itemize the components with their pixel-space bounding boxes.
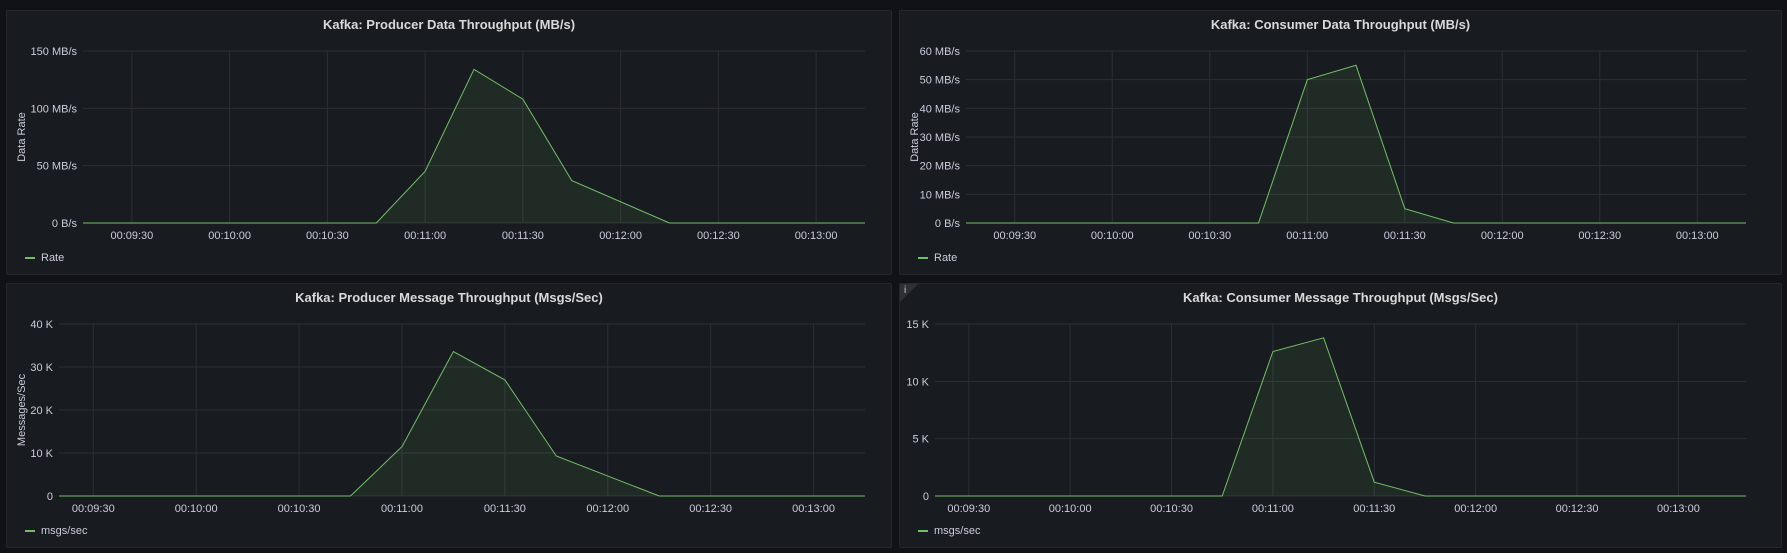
- x-tick-label: 00:11:30: [502, 230, 544, 242]
- x-tick-label: 00:12:30: [689, 503, 732, 515]
- panel-producer-message-throughput[interactable]: Kafka: Producer Message Throughput (Msgs…: [6, 283, 892, 548]
- legend-label[interactable]: Rate: [934, 252, 957, 264]
- legend-color-swatch: [25, 257, 35, 259]
- y-axis-label: Data Rate: [16, 112, 28, 162]
- x-tick-label: 00:11:30: [1384, 230, 1426, 242]
- x-tick-label: 00:10:00: [1091, 230, 1134, 242]
- x-tick-label: 00:12:00: [599, 230, 642, 242]
- series-area: [966, 65, 1746, 223]
- panel-consumer-message-throughput[interactable]: i Kafka: Consumer Message Throughput (Ms…: [899, 283, 1782, 548]
- y-tick-label: 40 K: [30, 319, 53, 331]
- x-tick-label: 00:10:30: [1188, 230, 1231, 242]
- y-tick-label: 5 K: [912, 434, 929, 446]
- y-tick-label: 30 MB/s: [920, 132, 961, 144]
- y-tick-label: 50 MB/s: [37, 161, 78, 173]
- y-tick-label: 10 MB/s: [920, 189, 961, 201]
- y-tick-label: 0 B/s: [935, 218, 961, 230]
- chart-consumer-data-throughput[interactable]: 0 B/s 10 MB/s 20 MB/s 30 MB/s 40 MB/s 50 MB/s…: [900, 11, 1783, 276]
- x-tick-label: 00:11:30: [484, 503, 526, 515]
- y-tick-label: 0: [47, 491, 53, 503]
- y-tick-label: 100 MB/s: [31, 103, 78, 115]
- legend-label[interactable]: msgs/sec: [41, 525, 87, 537]
- chart-producer-data-throughput[interactable]: 0 B/s 50 MB/s 100 MB/s 150 MB/s 00:09:30 00:1…: [7, 11, 893, 276]
- legend[interactable]: msgs/sec: [25, 525, 87, 537]
- x-tick-label: 00:12:00: [586, 503, 629, 515]
- x-tick-label: 00:12:30: [1578, 230, 1621, 242]
- y-tick-label: 10 K: [30, 448, 53, 460]
- x-tick-label: 00:09:30: [110, 230, 153, 242]
- legend[interactable]: Rate: [918, 252, 957, 264]
- x-tick-label: 00:11:00: [1286, 230, 1328, 242]
- y-tick-label: 60 MB/s: [920, 46, 961, 58]
- x-tick-label: 00:12:00: [1481, 230, 1524, 242]
- panel-producer-data-throughput[interactable]: Kafka: Producer Data Throughput (MB/s) 0…: [6, 10, 892, 275]
- y-axis-label: Messages/Sec: [16, 373, 28, 446]
- x-tick-label: 00:13:00: [1657, 503, 1700, 515]
- x-tick-label: 00:10:30: [1150, 503, 1193, 515]
- y-tick-label: 0 B/s: [52, 218, 78, 230]
- x-tick-label: 00:13:00: [792, 503, 835, 515]
- x-tick-label: 00:11:30: [1353, 503, 1395, 515]
- x-tick-label: 00:12:30: [1556, 503, 1599, 515]
- series-area: [59, 351, 865, 496]
- y-tick-label: 20 MB/s: [920, 161, 961, 173]
- x-tick-label: 00:12:30: [697, 230, 740, 242]
- y-tick-label: 15 K: [906, 319, 929, 331]
- x-tick-label: 00:09:30: [947, 503, 990, 515]
- x-tick-label: 00:11:00: [1252, 503, 1294, 515]
- x-tick-label: 00:13:00: [1676, 230, 1719, 242]
- y-tick-label: 150 MB/s: [31, 46, 78, 58]
- legend-color-swatch: [25, 530, 35, 532]
- x-tick-label: 00:10:30: [278, 503, 321, 515]
- y-tick-label: 0: [923, 491, 929, 503]
- y-tick-label: 20 K: [30, 405, 53, 417]
- x-tick-label: 00:10:00: [175, 503, 218, 515]
- legend-color-swatch: [918, 530, 928, 532]
- x-tick-label: 00:10:00: [1049, 503, 1092, 515]
- y-tick-label: 10 K: [906, 376, 929, 388]
- panel-consumer-data-throughput[interactable]: Kafka: Consumer Data Throughput (MB/s) 0…: [899, 10, 1782, 275]
- y-tick-label: 50 MB/s: [920, 75, 961, 87]
- legend-color-swatch: [918, 257, 928, 259]
- y-axis-label: Data Rate: [909, 112, 921, 162]
- y-tick-label: 40 MB/s: [920, 103, 961, 115]
- y-tick-label: 30 K: [30, 362, 53, 374]
- chart-producer-message-throughput[interactable]: 0 10 K 20 K 30 K 40 K 00:09:30 00:10:00 00:10:3…: [7, 284, 893, 549]
- x-tick-label: 00:10:00: [208, 230, 251, 242]
- x-tick-label: 00:11:00: [404, 230, 446, 242]
- series-area: [935, 337, 1746, 496]
- legend-label[interactable]: msgs/sec: [934, 525, 980, 537]
- x-tick-label: 00:11:00: [381, 503, 423, 515]
- series-area: [83, 69, 865, 223]
- x-tick-label: 00:13:00: [795, 230, 838, 242]
- x-tick-label: 00:09:30: [993, 230, 1036, 242]
- legend[interactable]: Rate: [25, 252, 64, 264]
- x-tick-label: 00:10:30: [306, 230, 349, 242]
- x-tick-label: 00:09:30: [72, 503, 115, 515]
- x-tick-label: 00:12:00: [1454, 503, 1497, 515]
- legend[interactable]: msgs/sec: [918, 525, 980, 537]
- chart-consumer-message-throughput[interactable]: 0 5 K 10 K 15 K 00:09:30 00:10:00 00:10:30 00:1…: [900, 284, 1783, 549]
- legend-label[interactable]: Rate: [41, 252, 64, 264]
